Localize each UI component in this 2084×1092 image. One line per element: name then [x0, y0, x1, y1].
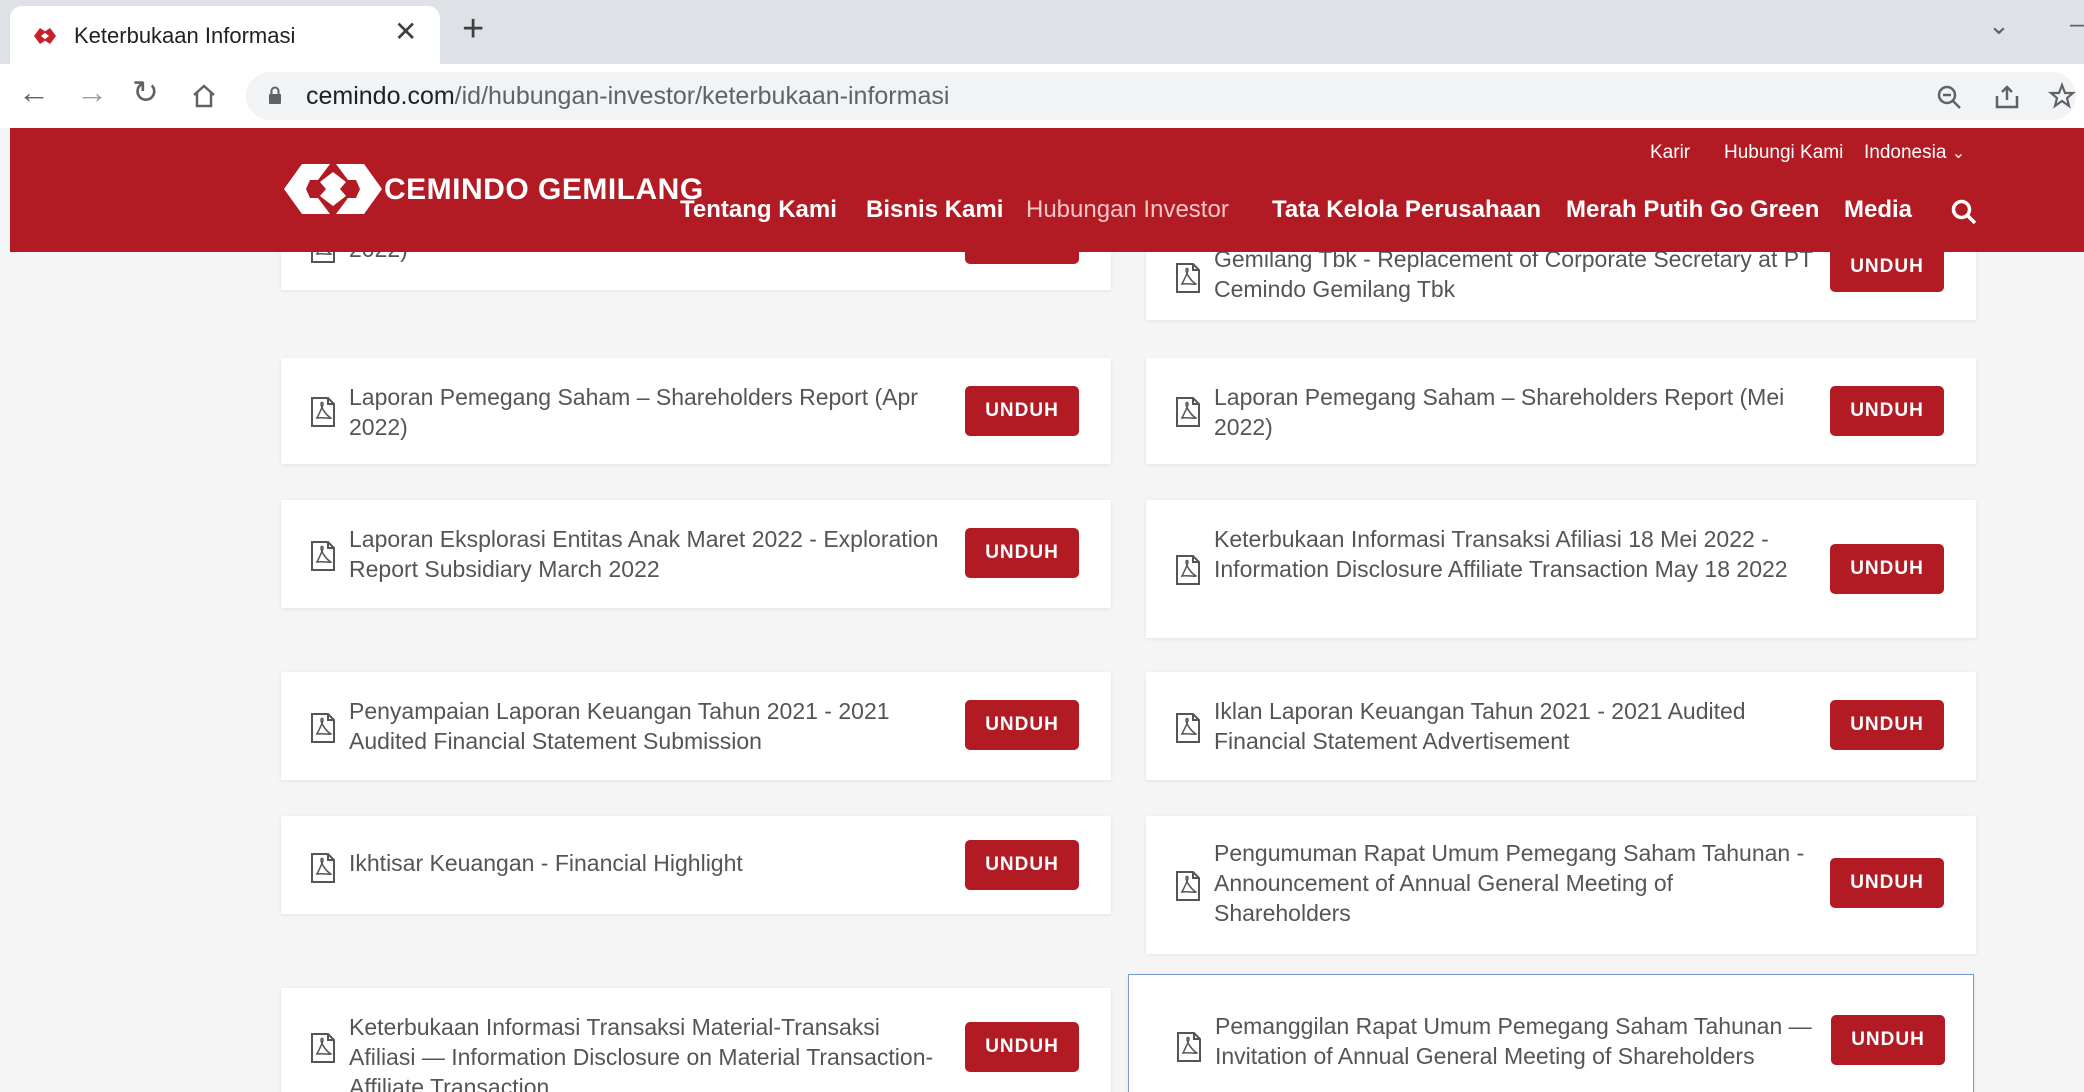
pdf-file-icon: [311, 853, 335, 883]
pdf-file-icon: [1176, 713, 1200, 743]
download-button[interactable]: UNDUH: [965, 528, 1079, 578]
document-card: Laporan Pemegang Saham – Shareholders Re…: [281, 358, 1111, 464]
nav-merah-putih[interactable]: Merah Putih Go Green: [1566, 196, 1819, 224]
pdf-file-icon: [311, 397, 335, 427]
document-title: Laporan Eksplorasi Entitas Anak Maret 20…: [349, 526, 939, 582]
document-title: Gemilang Tbk - Replacement of Corporate …: [1214, 252, 1813, 302]
download-button[interactable]: UNDUH: [1830, 386, 1944, 436]
url-text: cemindo.com/id/hubungan-investor/keterbu…: [306, 82, 950, 110]
pdf-file-icon: [311, 541, 335, 571]
document-title: Iklan Laporan Keuangan Tahun 2021 - 2021…: [1214, 698, 1746, 754]
browser-tab[interactable]: Keterbukaan Informasi ✕: [10, 6, 440, 64]
address-bar[interactable]: cemindo.com/id/hubungan-investor/keterbu…: [246, 72, 2076, 120]
download-button[interactable]: UNDUH: [1830, 700, 1944, 750]
document-card: Penyampaian Laporan Keuangan Tahun 2021 …: [281, 672, 1111, 780]
document-title: Pengumuman Rapat Umum Pemegang Saham Tah…: [1214, 840, 1805, 926]
back-icon[interactable]: ←: [18, 76, 50, 108]
search-icon[interactable]: [1950, 198, 1978, 226]
download-button[interactable]: UNDUH: [1830, 252, 1944, 292]
document-card: Laporan Pemegang Saham – Shareholders Re…: [1146, 358, 1976, 464]
document-title: Penyampaian Laporan Keuangan Tahun 2021 …: [349, 698, 890, 754]
download-button[interactable]: UNDUH: [965, 840, 1079, 890]
pdf-file-icon: [1176, 871, 1200, 901]
home-icon[interactable]: [190, 82, 218, 110]
reload-icon[interactable]: ↻: [132, 76, 159, 108]
document-title: 2022): [349, 252, 949, 264]
download-button[interactable]: [965, 252, 1079, 264]
brand-name[interactable]: CEMINDO GEMILANG: [384, 173, 704, 207]
document-card: Keterbukaan Informasi Transaksi Material…: [281, 988, 1111, 1092]
nav-karir[interactable]: Karir: [1650, 142, 1690, 164]
nav-media[interactable]: Media: [1844, 196, 1912, 224]
document-title: Keterbukaan Informasi Transaksi Afiliasi…: [1214, 526, 1788, 582]
browser-toolbar: ← → ↻ cemindo.com/id/hubungan-investor/k…: [0, 64, 2084, 128]
close-icon[interactable]: ✕: [394, 18, 417, 46]
pdf-file-icon: [1176, 263, 1200, 293]
download-button[interactable]: UNDUH: [965, 1022, 1079, 1072]
document-card: Laporan Eksplorasi Entitas Anak Maret 20…: [281, 500, 1111, 608]
download-button[interactable]: UNDUH: [965, 386, 1079, 436]
nav-hubungan-investor[interactable]: Hubungan Investor: [1026, 196, 1229, 224]
chevron-down-icon[interactable]: ⌄: [1988, 10, 2010, 41]
document-card-focused: Pemanggilan Rapat Umum Pemegang Saham Ta…: [1128, 974, 1974, 1092]
document-card: Iklan Laporan Keuangan Tahun 2021 - 2021…: [1146, 672, 1976, 780]
document-card: Keterbukaan Informasi Transaksi Afiliasi…: [1146, 500, 1976, 638]
pdf-file-icon: [1176, 555, 1200, 585]
lock-icon: [269, 86, 281, 104]
document-title: Keterbukaan Informasi Transaksi Material…: [349, 1014, 934, 1092]
pdf-file-icon: [311, 1033, 335, 1063]
document-list: 2022) Laporan Pemegang Saham – Sharehold…: [10, 252, 2084, 1092]
pdf-file-icon: [311, 252, 335, 263]
language-selector[interactable]: Indonesia ⌄: [1864, 142, 1965, 164]
nav-hubungi-kami[interactable]: Hubungi Kami: [1724, 142, 1843, 164]
download-button[interactable]: UNDUH: [1830, 544, 1944, 594]
nav-tata-kelola[interactable]: Tata Kelola Perusahaan: [1272, 196, 1541, 224]
download-button[interactable]: UNDUH: [1831, 1015, 1945, 1065]
document-title: Laporan Pemegang Saham – Shareholders Re…: [349, 384, 918, 440]
document-card: Pengumuman Rapat Umum Pemegang Saham Tah…: [1146, 816, 1976, 954]
document-title: Laporan Pemegang Saham – Shareholders Re…: [1214, 384, 1785, 440]
nav-tentang-kami[interactable]: Tentang Kami: [680, 196, 837, 224]
document-title: Ikhtisar Keuangan - Financial Highlight: [349, 850, 743, 876]
tab-title: Keterbukaan Informasi: [74, 23, 296, 48]
cemindo-favicon-icon: [34, 28, 56, 44]
forward-icon[interactable]: →: [76, 76, 108, 108]
cemindo-logo-icon[interactable]: [280, 158, 386, 220]
chevron-down-icon: ⌄: [1951, 145, 1966, 162]
site-header: CEMINDO GEMILANG Karir Hubungi Kami Indo…: [10, 128, 2084, 252]
document-card: Gemilang Tbk - Replacement of Corporate …: [1146, 252, 1976, 320]
pdf-file-icon: [1176, 397, 1200, 427]
pdf-file-icon: [311, 713, 335, 743]
download-button[interactable]: UNDUH: [1830, 858, 1944, 908]
new-tab-icon[interactable]: +: [462, 10, 484, 48]
minimize-icon[interactable]: –: [2070, 8, 2084, 39]
bookmark-star-icon[interactable]: [2048, 82, 2076, 110]
zoom-icon[interactable]: [1936, 84, 1962, 110]
document-card: 2022): [281, 252, 1111, 290]
document-card: Ikhtisar Keuangan - Financial Highlight …: [281, 816, 1111, 914]
download-button[interactable]: UNDUH: [965, 700, 1079, 750]
share-icon[interactable]: [1994, 84, 2020, 110]
nav-bisnis-kami[interactable]: Bisnis Kami: [866, 196, 1003, 224]
document-title: Pemanggilan Rapat Umum Pemegang Saham Ta…: [1215, 1013, 1812, 1069]
browser-tabstrip: Keterbukaan Informasi ✕ + ⌄ –: [0, 0, 2084, 64]
pdf-file-icon: [1177, 1032, 1201, 1062]
